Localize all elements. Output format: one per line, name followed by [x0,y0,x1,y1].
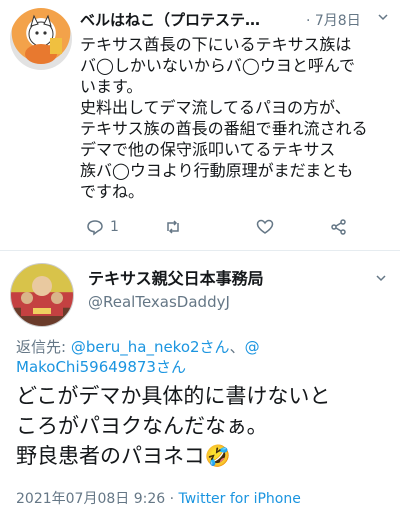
author-name[interactable]: テキサス親父日本事務局 [88,265,264,289]
tweet-date[interactable]: · 7月8日 [306,10,361,30]
reply-count: 1 [110,219,119,235]
tweet-text-line: ですね。 [80,182,145,201]
like-button[interactable] [256,216,274,238]
tweet-text-line: バ◯しかいないからバ◯ウヨと呼んで [80,56,356,75]
retweet-button[interactable] [164,216,182,238]
author-name[interactable]: ベルはねこ（プロテステ… [80,9,295,30]
avatar[interactable] [10,263,74,327]
chevron-down-icon[interactable] [376,273,386,283]
chevron-down-icon[interactable] [378,12,388,22]
tweet-text-segment: 野良患者のパヨネコ [16,444,205,468]
timestamp[interactable]: 2021年07月08日 9:26 · [16,491,179,507]
source-link[interactable]: Twitter for iPhone [179,491,301,507]
tweet-actions: 1 [86,216,356,238]
tweet-text-line: デマで他の保守派叩いてるテキサス [80,140,336,159]
rofl-emoji: 🤣 [204,444,231,468]
avatar[interactable] [10,8,72,70]
share-icon [331,219,346,235]
reply-icon [87,220,103,236]
tweet-text-line: ころがパヨクなんだなぁ。 [16,414,268,438]
share-button[interactable] [330,216,348,238]
mention-link[interactable]: @ [245,338,260,356]
tweet-text-line: 族バ◯ウヨより行動原理がまだまとも [80,161,354,180]
tweet-text-line: テキサス酋長の下にいるテキサス族は [80,35,352,54]
tweet-text-line: 史料出してデマ流してるパヨの方が、 [80,98,351,117]
mention-link[interactable]: MakoChi59649873さん [16,358,186,376]
tweet-text-line: テキサス族の酋長の番組で垂れ流される [80,119,368,138]
tweet-card[interactable]: ベルはねこ（プロテステ… · 7月8日 テキサス酋長の下にいるテキサス族は バ◯… [0,0,400,249]
retweet-icon [167,220,179,234]
reply-context: 返信先: @beru_ha_neko2さん、@ MakoChi59649873さん [16,337,386,377]
tweet-meta: 2021年07月08日 9:26 · Twitter for iPhone [16,488,301,508]
like-icon [256,219,274,234]
reply-button[interactable]: 1 [86,216,119,238]
mention-link[interactable]: @beru_ha_neko2さん [71,338,230,356]
tweet-text: どこがデマか具体的に書けないと ころがパヨクなんだなぁ。 野良患者のパヨネコ🤣 [16,381,396,471]
tweet-text: テキサス酋長の下にいるテキサス族は バ◯しかいないからバ◯ウヨと呼んで います。… [80,34,392,202]
tweet-detail: テキサス親父日本事務局 @RealTexasDaddyJ 返信先: @beru_… [0,251,400,527]
reply-prefix: 返信先: [16,338,71,356]
author-handle[interactable]: @RealTexasDaddyJ [88,293,230,311]
tweet-text-line: 野良患者のパヨネコ🤣 [16,441,396,471]
tweet-text-line: どこがデマか具体的に書けないと [16,384,331,408]
tweet-text-line: います。 [80,77,143,96]
tweet-header: ベルはねこ（プロテステ… · 7月8日 [80,6,390,32]
reply-separator: 、 [229,338,245,356]
